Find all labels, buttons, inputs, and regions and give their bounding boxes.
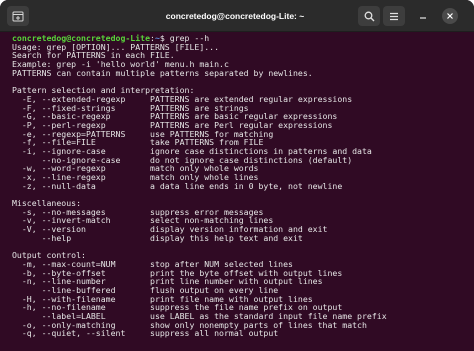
- output-line: --help display this help text and exit: [12, 232, 303, 243]
- output-line: -q, --quiet, --silent suppress all norma…: [12, 328, 279, 339]
- output-line: PATTERNS can contain multiple patterns s…: [12, 67, 313, 78]
- close-button[interactable]: [442, 8, 458, 24]
- terminal-output[interactable]: concretedog@concretedog-Lite:~$ grep --h…: [0, 32, 474, 351]
- new-tab-button[interactable]: [7, 6, 29, 26]
- new-tab-icon: [12, 11, 24, 21]
- output-line: -z, --null-data a data line ends in 0 by…: [12, 180, 343, 191]
- help-output: Usage: grep [OPTION]... PATTERNS [FILE].…: [12, 42, 474, 339]
- window-title: concretedog@concretedog-Lite: ~: [165, 11, 305, 21]
- terminal-window: concretedog@concretedog-Lite: ~ concrete…: [0, 0, 474, 351]
- close-icon: [447, 13, 453, 19]
- title-bar[interactable]: concretedog@concretedog-Lite: ~: [0, 0, 474, 32]
- minimize-button[interactable]: [415, 8, 431, 24]
- minimize-icon: [420, 17, 426, 19]
- search-button[interactable]: [358, 6, 380, 26]
- menu-button[interactable]: [383, 6, 405, 26]
- hamburger-menu-icon: [390, 12, 398, 20]
- search-icon: [364, 11, 374, 21]
